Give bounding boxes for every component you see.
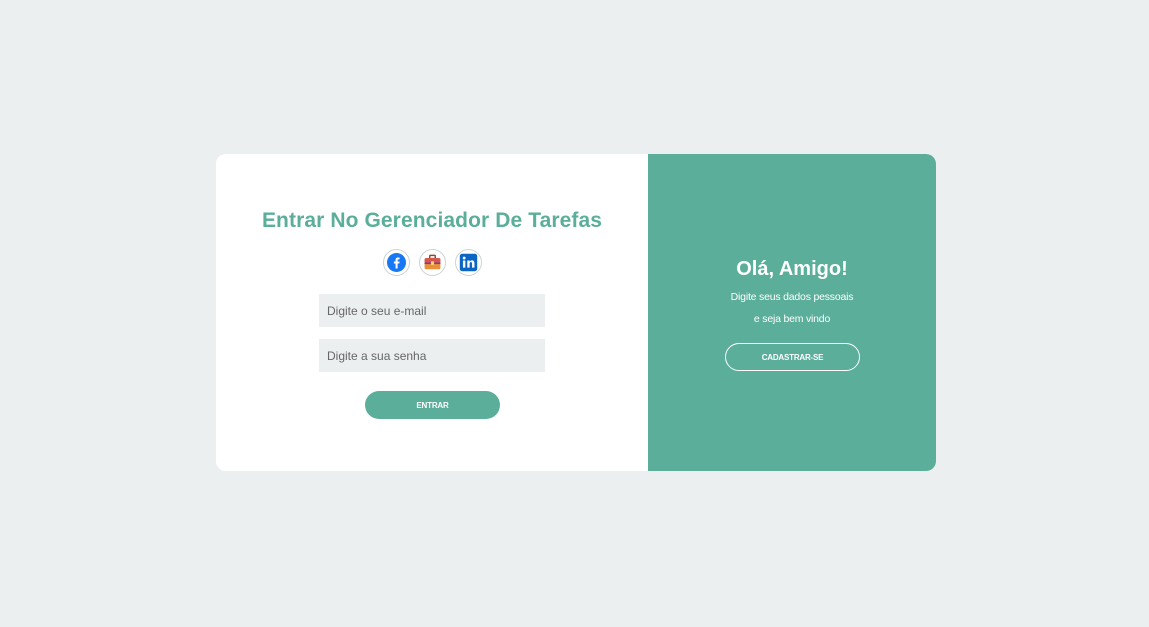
welcome-panel: Olá, Amigo! Digite seus dados pessoais e… — [648, 154, 936, 471]
briefcase-icon — [424, 254, 440, 270]
welcome-text-line-2: e seja bem vindo — [753, 313, 831, 325]
login-panel: Entrar No Gerenciador De Tarefas Digite … — [216, 154, 648, 471]
social-login-row — [216, 249, 648, 276]
facebook-icon — [386, 253, 406, 272]
auth-card: Entrar No Gerenciador De Tarefas Digite … — [216, 154, 936, 471]
password-field[interactable] — [319, 339, 545, 372]
email-field[interactable] — [319, 294, 545, 327]
facebook-login-button[interactable] — [382, 249, 410, 276]
linkedin-login-button[interactable] — [454, 249, 482, 276]
signup-button[interactable]: CADASTRAR-SE — [725, 343, 860, 371]
welcome-heading: Olá, Amigo! — [736, 258, 848, 280]
login-title: Entrar No Gerenciador De Tarefas — [261, 209, 603, 232]
briefcase-login-button[interactable] — [418, 249, 446, 276]
linkedin-icon — [459, 253, 477, 272]
login-button[interactable]: ENTRAR — [365, 391, 500, 419]
welcome-text-line-1: Digite seus dados pessoais — [730, 291, 854, 303]
